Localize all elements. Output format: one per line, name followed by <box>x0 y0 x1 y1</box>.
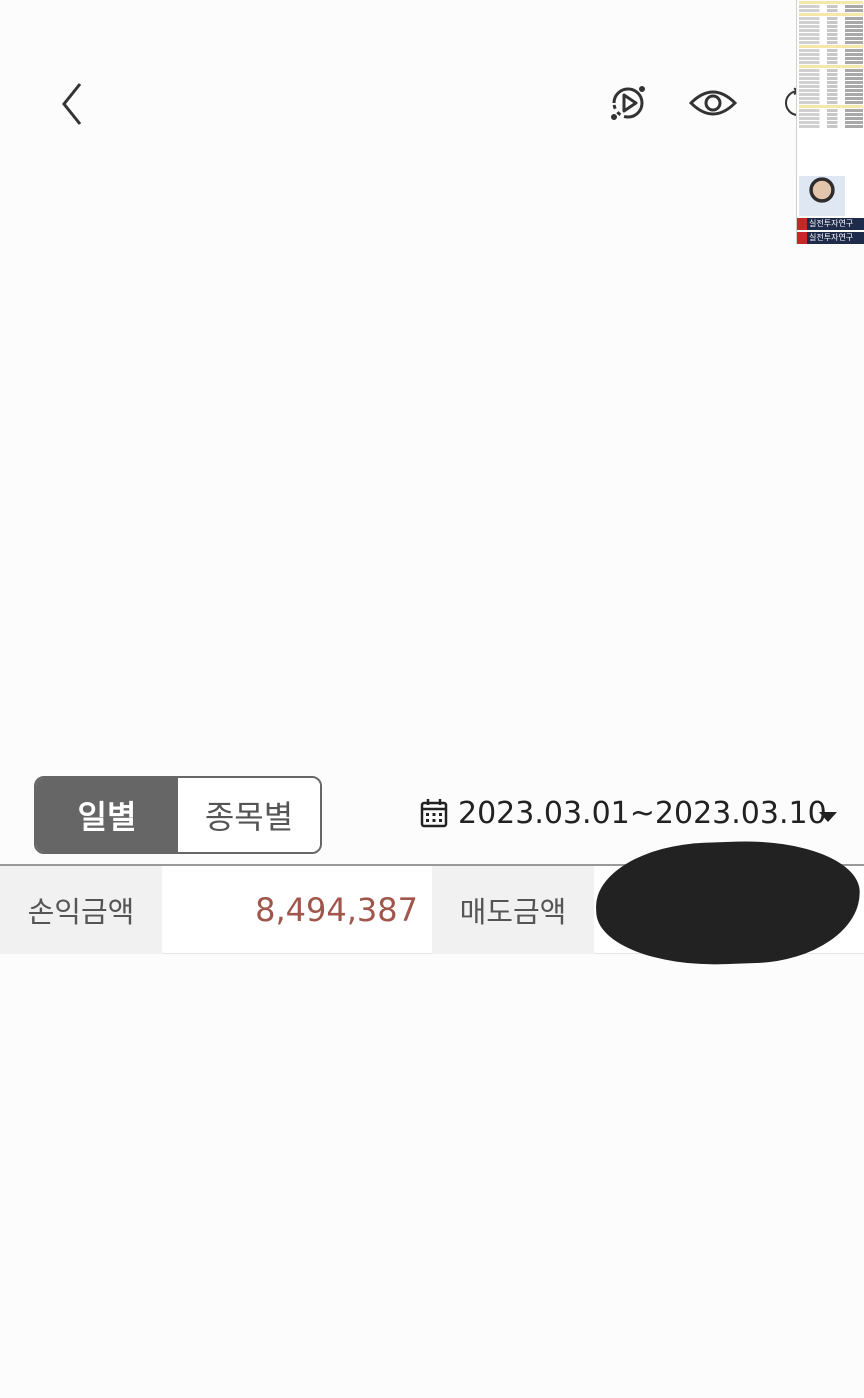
date-range-dropdown[interactable] <box>818 808 838 827</box>
date-range-selector[interactable]: 2023.03.01~2023.03.10 <box>420 790 827 836</box>
chevron-left-icon <box>62 83 82 125</box>
tab-by-stock[interactable]: 종목별 <box>178 778 320 852</box>
view-mode-toggle: 일별 종목별 <box>34 776 322 854</box>
video-thumbnail[interactable]: 실전투자연구 실전투자연구 <box>796 0 864 244</box>
tab-daily[interactable]: 일별 <box>36 778 178 852</box>
sell-amount-label: 매도금액 <box>432 866 594 954</box>
replay-play-icon <box>611 86 645 120</box>
profit-amount-label: 손익금액 <box>0 866 162 954</box>
back-button[interactable] <box>44 72 96 136</box>
thumbnail-banner-secondary: 실전투자연구 <box>797 232 864 244</box>
caret-down-icon <box>819 812 837 822</box>
replay-button[interactable] <box>602 76 654 130</box>
date-range-text: 2023.03.01~2023.03.10 <box>458 795 827 831</box>
calendar-icon <box>420 799 448 828</box>
eye-icon <box>688 90 738 116</box>
profit-amount-value: 8,494,387 <box>162 866 432 954</box>
thumbnail-banner: 실전투자연구 <box>797 218 864 230</box>
view-button[interactable] <box>686 76 740 130</box>
top-toolbar <box>0 0 864 210</box>
presenter-image <box>799 176 845 216</box>
